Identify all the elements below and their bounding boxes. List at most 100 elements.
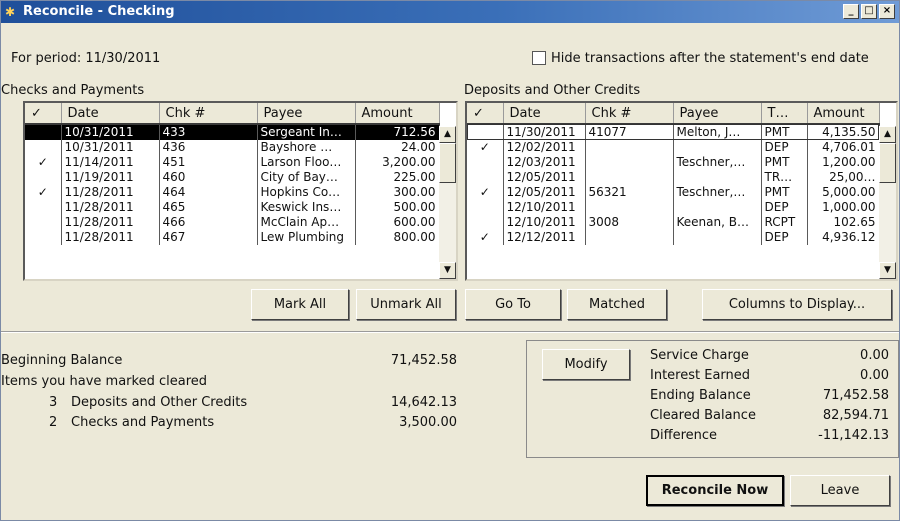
check-mark[interactable]: [467, 170, 504, 185]
check-mark[interactable]: [25, 124, 62, 140]
check-mark[interactable]: [25, 230, 62, 245]
row-payee: [673, 200, 762, 215]
row-amount: 24.00: [355, 140, 440, 155]
row-amount: 500.00: [355, 200, 440, 215]
minimize-button[interactable]: _: [843, 4, 859, 19]
scroll-up-icon[interactable]: ▲: [879, 126, 896, 143]
hide-transactions-checkbox[interactable]: [532, 51, 546, 65]
checks-cleared-label: Checks and Payments: [71, 415, 215, 430]
checks-col-date[interactable]: Date: [61, 103, 160, 125]
maximize-button[interactable]: □: [861, 4, 877, 19]
check-mark[interactable]: ✓: [25, 155, 62, 170]
checks-cleared-value: 3,500.00: [399, 415, 457, 430]
checks-col-amount[interactable]: Amount: [355, 103, 440, 125]
row-type: DEP: [761, 230, 808, 245]
deposits-col-amount[interactable]: Amount: [807, 103, 880, 125]
check-mark[interactable]: ✓: [467, 140, 504, 155]
check-mark[interactable]: [467, 200, 504, 215]
row-payee: Keswick Ins…: [257, 200, 356, 215]
reconcile-now-button[interactable]: Reconcile Now: [646, 475, 784, 506]
deposits-row[interactable]: ✓ 12/12/2011 DEP 4,936.12: [467, 230, 880, 245]
unmark-all-button[interactable]: Unmark All: [356, 289, 456, 320]
deposits-row[interactable]: 12/05/2011 TR… 25,00…: [467, 170, 880, 185]
deposits-row[interactable]: ✓ 12/05/2011 56321 Teschner,… PMT 5,000.…: [467, 185, 880, 200]
checks-row[interactable]: ✓ 11/14/2011 451 Larson Floo… 3,200.00: [25, 155, 440, 170]
hide-transactions-label[interactable]: Hide transactions after the statement's …: [551, 51, 869, 66]
service-charge-label: Service Charge: [650, 348, 749, 363]
check-mark[interactable]: ✓: [25, 185, 62, 200]
check-mark[interactable]: [25, 200, 62, 215]
row-num: 41077: [585, 124, 674, 140]
scroll-up-icon[interactable]: ▲: [439, 126, 456, 143]
checks-row[interactable]: 10/31/2011 436 Bayshore … 24.00: [25, 140, 440, 155]
row-type: PMT: [761, 155, 808, 170]
row-num: [585, 200, 674, 215]
check-mark[interactable]: [25, 215, 62, 230]
deposits-col-type[interactable]: T…: [761, 103, 808, 125]
modify-button[interactable]: Modify: [542, 349, 630, 380]
deposits-row[interactable]: 12/03/2011 Teschner,… PMT 1,200.00: [467, 155, 880, 170]
columns-to-display-button[interactable]: Columns to Display...: [702, 289, 892, 320]
row-date: 11/28/2011: [61, 230, 160, 245]
check-mark[interactable]: [467, 215, 504, 230]
checks-row[interactable]: 10/31/2011 433 Sergeant In… 712.56: [25, 124, 440, 140]
scroll-down-icon[interactable]: ▼: [439, 262, 456, 279]
go-to-button[interactable]: Go To: [465, 289, 561, 320]
close-button[interactable]: ×: [879, 4, 895, 19]
row-num: 3008: [585, 215, 674, 230]
row-date: 11/14/2011: [61, 155, 160, 170]
scroll-thumb[interactable]: [879, 143, 896, 183]
row-amount: 300.00: [355, 185, 440, 200]
row-date: 11/28/2011: [61, 200, 160, 215]
scroll-thumb[interactable]: [439, 143, 456, 183]
checks-row[interactable]: 11/28/2011 465 Keswick Ins… 500.00: [25, 200, 440, 215]
checks-scrollbar[interactable]: ▲ ▼: [439, 126, 456, 279]
row-payee: Keenan, B…: [673, 215, 762, 230]
checks-row[interactable]: 11/19/2011 460 City of Bay… 225.00: [25, 170, 440, 185]
scroll-down-icon[interactable]: ▼: [879, 262, 896, 279]
checks-row[interactable]: 11/28/2011 467 Lew Plumbing 800.00: [25, 230, 440, 245]
deposits-row[interactable]: ✓ 12/02/2011 DEP 4,706.01: [467, 140, 880, 155]
window-title: Reconcile - Checking: [23, 4, 175, 19]
check-mark[interactable]: [467, 124, 504, 140]
leave-button[interactable]: Leave: [790, 475, 890, 506]
title-bar[interactable]: ✱ Reconcile - Checking _ □ ×: [1, 1, 899, 23]
row-num: [585, 230, 674, 245]
deposits-row[interactable]: 11/30/2011 41077 Melton, J… PMT 4,135.50: [467, 124, 880, 140]
difference-label: Difference: [650, 428, 718, 443]
checks-grid[interactable]: ✓ Date Chk # Payee Amount 10/31/2011 433…: [23, 101, 458, 281]
row-amount: 1,200.00: [807, 155, 880, 170]
deposits-grid[interactable]: ✓ Date Chk # Payee T… Amount 11/30/2011 …: [465, 101, 898, 281]
row-type: PMT: [761, 185, 808, 200]
row-date: 10/31/2011: [61, 140, 160, 155]
deposits-row[interactable]: 12/10/2011 3008 Keenan, B… RCPT 102.65: [467, 215, 880, 230]
checks-section-title: Checks and Payments: [1, 83, 145, 98]
row-payee: Larson Floo…: [257, 155, 356, 170]
deposits-col-payee[interactable]: Payee: [673, 103, 762, 125]
check-mark[interactable]: ✓: [467, 185, 504, 200]
deposits-row[interactable]: 12/10/2011 DEP 1,000.00: [467, 200, 880, 215]
difference-value: -11,142.13: [818, 428, 889, 443]
deposits-col-date[interactable]: Date: [503, 103, 586, 125]
deposits-col-num[interactable]: Chk #: [585, 103, 674, 125]
checks-row[interactable]: ✓ 11/28/2011 464 Hopkins Co… 300.00: [25, 185, 440, 200]
matched-button[interactable]: Matched: [567, 289, 667, 320]
row-num: 464: [159, 185, 258, 200]
row-amount: 712.56: [355, 124, 440, 140]
check-mark[interactable]: [467, 155, 504, 170]
checks-row[interactable]: 11/28/2011 466 McClain Ap… 600.00: [25, 215, 440, 230]
check-mark[interactable]: [25, 170, 62, 185]
row-amount: 25,00…: [807, 170, 880, 185]
row-num: 466: [159, 215, 258, 230]
deposits-header-row: ✓ Date Chk # Payee T… Amount: [467, 103, 880, 125]
check-mark[interactable]: [25, 140, 62, 155]
checks-col-num[interactable]: Chk #: [159, 103, 258, 125]
deposits-scrollbar[interactable]: ▲ ▼: [879, 126, 896, 279]
check-mark[interactable]: ✓: [467, 230, 504, 245]
mark-all-button[interactable]: Mark All: [251, 289, 349, 320]
app-icon: ✱: [5, 5, 16, 19]
checks-col-check[interactable]: ✓: [25, 103, 62, 125]
checks-col-payee[interactable]: Payee: [257, 103, 356, 125]
deposits-col-check[interactable]: ✓: [467, 103, 504, 125]
row-amount: 4,706.01: [807, 140, 880, 155]
